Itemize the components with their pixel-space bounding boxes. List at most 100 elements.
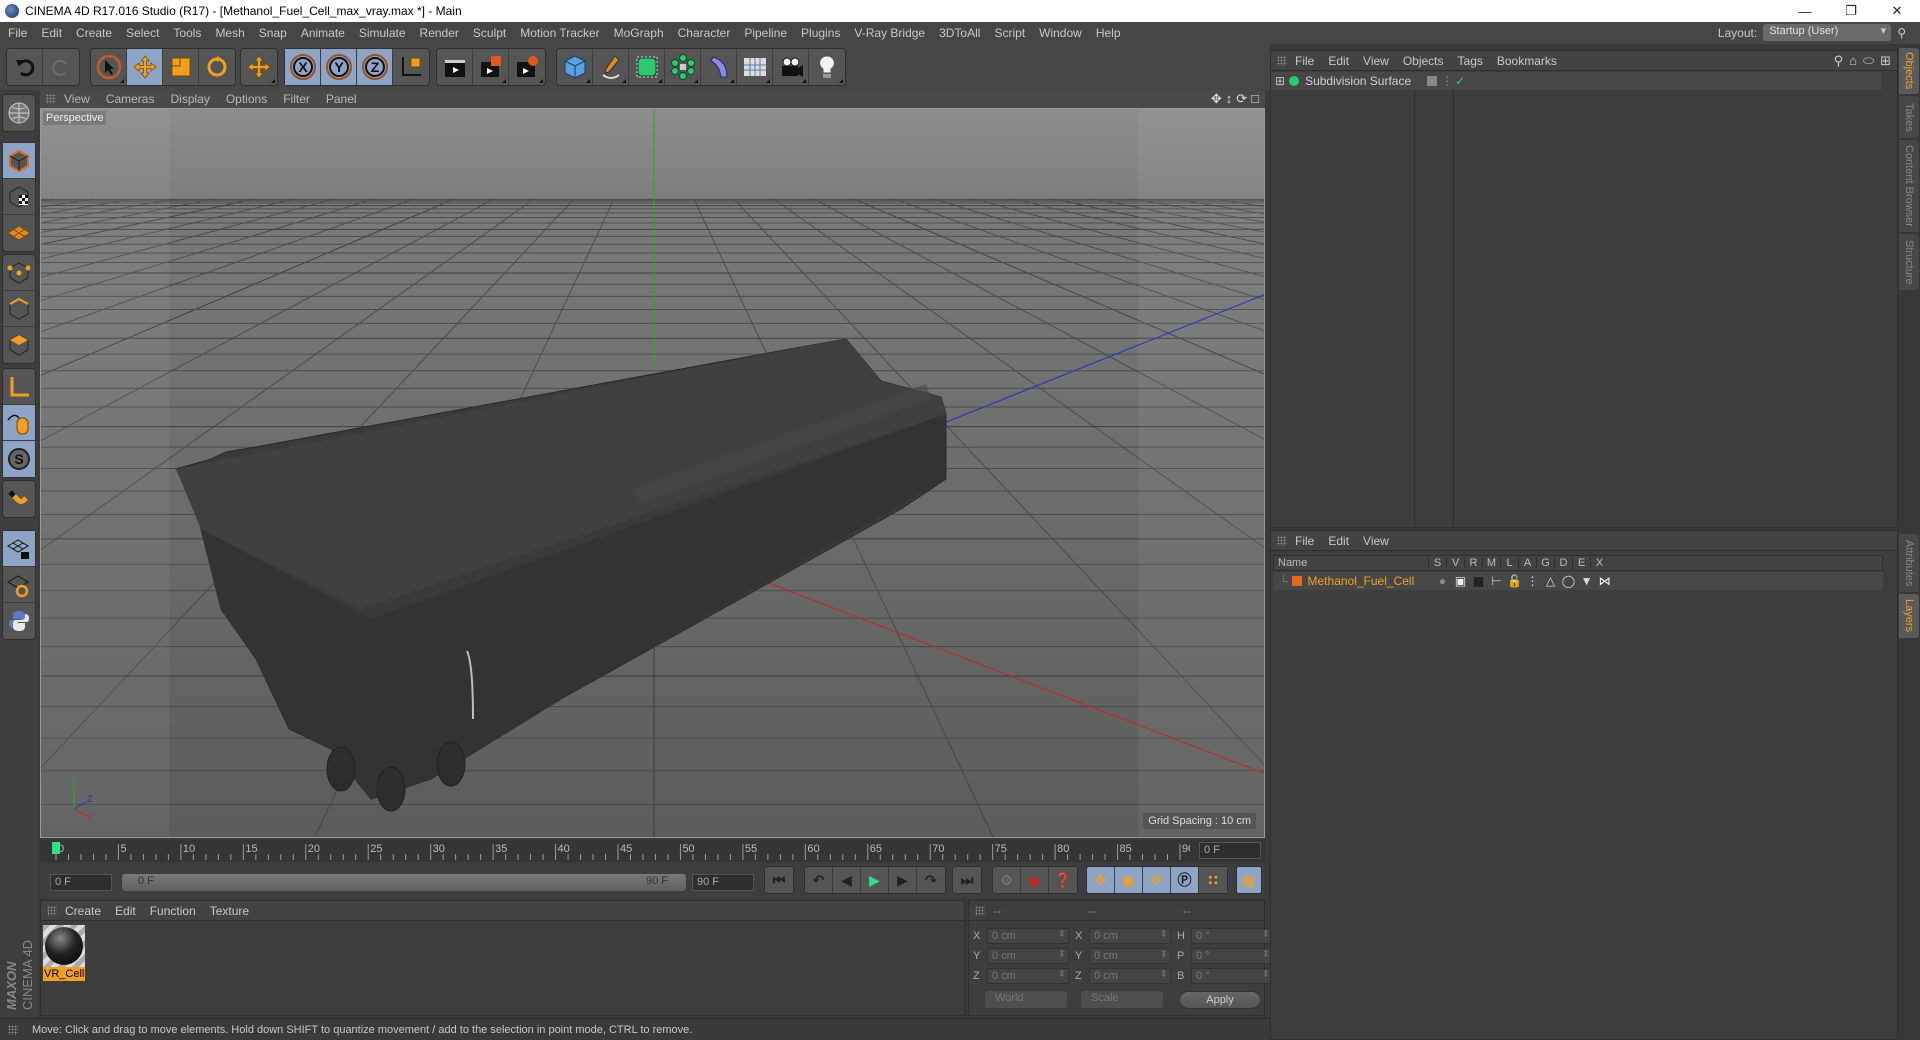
move-track-icon[interactable]: ✥ [1087, 867, 1115, 893]
pos-z-field[interactable]: 0 cm [987, 968, 1069, 984]
layers-menu-edit[interactable]: Edit [1328, 534, 1349, 548]
toggle-view-layout-icon[interactable]: □ [1251, 91, 1259, 107]
new-view-icon[interactable]: ⊞ [1880, 53, 1891, 69]
pan-view-icon[interactable]: ✥ [1211, 91, 1222, 107]
last-tool-icon[interactable] [241, 49, 277, 85]
mograph-cloner-icon[interactable] [665, 49, 701, 85]
material-menu-function[interactable]: Function [150, 904, 196, 918]
panel-grip-icon[interactable] [46, 94, 56, 104]
objects-menu-view[interactable]: View [1363, 54, 1389, 68]
record-active-objects-icon[interactable]: ◉ [1021, 867, 1049, 893]
menu-create[interactable]: Create [76, 26, 112, 40]
menu-vray-bridge[interactable]: V-Ray Bridge [854, 26, 925, 40]
z-axis-icon[interactable]: Z [357, 49, 393, 85]
current-frame-field[interactable]: 0 F [1199, 842, 1261, 859]
subdivision-surface-icon[interactable] [629, 49, 665, 85]
viewport-menu-display[interactable]: Display [170, 92, 209, 106]
visibility-dots-icon[interactable]: ⋮ [1441, 74, 1453, 88]
minimize-button[interactable]: — [1782, 0, 1828, 22]
solo-icon[interactable]: S [3, 441, 35, 477]
xref-toggle-icon[interactable]: ⋈ [1596, 574, 1614, 588]
workplane-mode-icon[interactable] [3, 215, 35, 251]
enabled-check-icon[interactable]: ✓ [1455, 74, 1465, 88]
next-frame-icon[interactable]: ▶ [889, 867, 917, 893]
size-y-field[interactable]: 0 cm [1089, 948, 1171, 964]
zoom-view-icon[interactable]: ↕ [1226, 91, 1233, 107]
material-menu-texture[interactable]: Texture [210, 904, 249, 918]
manager-toggle-icon[interactable]: ⊢ [1488, 574, 1506, 588]
scale-track-icon[interactable]: ▣ [1115, 867, 1143, 893]
solo-toggle-icon[interactable]: ● [1434, 574, 1452, 588]
axis-mode-icon[interactable] [3, 369, 35, 405]
material-menu-edit[interactable]: Edit [115, 904, 136, 918]
expand-icon[interactable]: ⊞ [1275, 74, 1285, 88]
scale-icon[interactable] [163, 49, 199, 85]
workplane-align-icon[interactable] [3, 567, 35, 603]
menu-sculpt[interactable]: Sculpt [473, 26, 506, 40]
point-level-animation-icon[interactable]: ∷ [1199, 867, 1227, 893]
floor-icon[interactable] [737, 49, 773, 85]
restore-button[interactable]: ❐ [1828, 0, 1874, 22]
menu-3dtoall[interactable]: 3DToAll [939, 26, 980, 40]
coordinate-mode-dropdown[interactable]: World [985, 991, 1067, 1008]
snap-icon[interactable] [3, 481, 35, 517]
coordinate-system-icon[interactable] [393, 49, 429, 85]
viewport-menu-view[interactable]: View [64, 92, 90, 106]
lock-workplane-icon[interactable] [3, 531, 35, 567]
points-mode-icon[interactable] [3, 255, 35, 291]
menu-pipeline[interactable]: Pipeline [744, 26, 787, 40]
generators-toggle-icon[interactable]: △ [1542, 574, 1560, 588]
view-toggle-icon[interactable]: ▣ [1452, 574, 1470, 588]
menu-file[interactable]: File [8, 26, 27, 40]
end-frame-field[interactable]: 90 F [692, 874, 754, 891]
layer-color-swatch[interactable] [1291, 576, 1302, 586]
menu-window[interactable]: Window [1039, 26, 1082, 40]
3d-viewport[interactable]: Y Z X Perspective Grid Spacing : 10 cm [40, 108, 1265, 838]
layer-row[interactable]: └ Methanol_Fuel_Cell ● ▣ ▩ ⊢ 🔓 ⋮ △ ◯ ▼ ⋈ [1273, 572, 1883, 590]
render-to-picture-viewer-icon[interactable] [473, 49, 509, 85]
menu-script[interactable]: Script [994, 26, 1025, 40]
autokeying-icon[interactable]: ❓ [1049, 867, 1077, 893]
animation-toggle-icon[interactable]: ⋮ [1524, 574, 1542, 588]
menu-render[interactable]: Render [420, 26, 459, 40]
light-icon[interactable] [809, 49, 845, 85]
search-icon[interactable]: ⚲ [1834, 53, 1844, 69]
menu-mesh[interactable]: Mesh [215, 26, 244, 40]
render-view-icon[interactable] [437, 49, 473, 85]
objects-menu-objects[interactable]: Objects [1403, 54, 1444, 68]
go-to-start-icon[interactable]: ⏮ [765, 867, 793, 893]
layout-dropdown[interactable]: Startup (User) [1763, 24, 1892, 41]
material-menu-create[interactable]: Create [65, 904, 101, 918]
rot-h-field[interactable]: 0 ° [1191, 928, 1273, 944]
panel-grip-icon[interactable] [975, 905, 985, 916]
size-z-field[interactable]: 0 cm [1089, 968, 1171, 984]
y-axis-icon[interactable]: Y [321, 49, 357, 85]
previous-key-icon[interactable]: ↶ [805, 867, 833, 893]
object-row[interactable]: ⊞ Subdivision Surface ⋮ ✓ [1271, 72, 1881, 90]
tab-attributes[interactable]: Attributes [1899, 534, 1919, 592]
rotate-track-icon[interactable]: ⟳ [1143, 867, 1171, 893]
tab-content-browser[interactable]: Content Browser [1899, 140, 1919, 232]
start-frame-field[interactable]: 0 F [50, 874, 112, 891]
objects-menu-edit[interactable]: Edit [1328, 54, 1349, 68]
viewport-menu-filter[interactable]: Filter [283, 92, 310, 106]
layers-menu-view[interactable]: View [1363, 534, 1389, 548]
undo-icon[interactable] [7, 49, 43, 85]
tweak-mode-icon[interactable] [3, 405, 35, 441]
lock-toggle-icon[interactable]: 🔓 [1506, 574, 1524, 588]
texture-mode-icon[interactable] [3, 179, 35, 215]
menu-motion-tracker[interactable]: Motion Tracker [520, 26, 599, 40]
pen-spline-icon[interactable] [593, 49, 629, 85]
menu-mograph[interactable]: MoGraph [614, 26, 664, 40]
objects-menu-bookmarks[interactable]: Bookmarks [1497, 54, 1557, 68]
rotate-view-icon[interactable]: ⟳ [1236, 91, 1247, 107]
tab-objects[interactable]: Objects [1899, 48, 1919, 94]
size-x-field[interactable]: 0 cm [1089, 928, 1171, 944]
tab-layers[interactable]: Layers [1899, 594, 1919, 638]
menu-character[interactable]: Character [678, 26, 731, 40]
tab-structure[interactable]: Structure [1899, 234, 1919, 290]
menu-help[interactable]: Help [1096, 26, 1121, 40]
timeline-ruler[interactable]: 051015202530354045505560657075808590 0 F [40, 840, 1265, 862]
model-mode-icon[interactable] [3, 143, 35, 179]
filter-icon[interactable]: ⬭ [1863, 53, 1874, 69]
